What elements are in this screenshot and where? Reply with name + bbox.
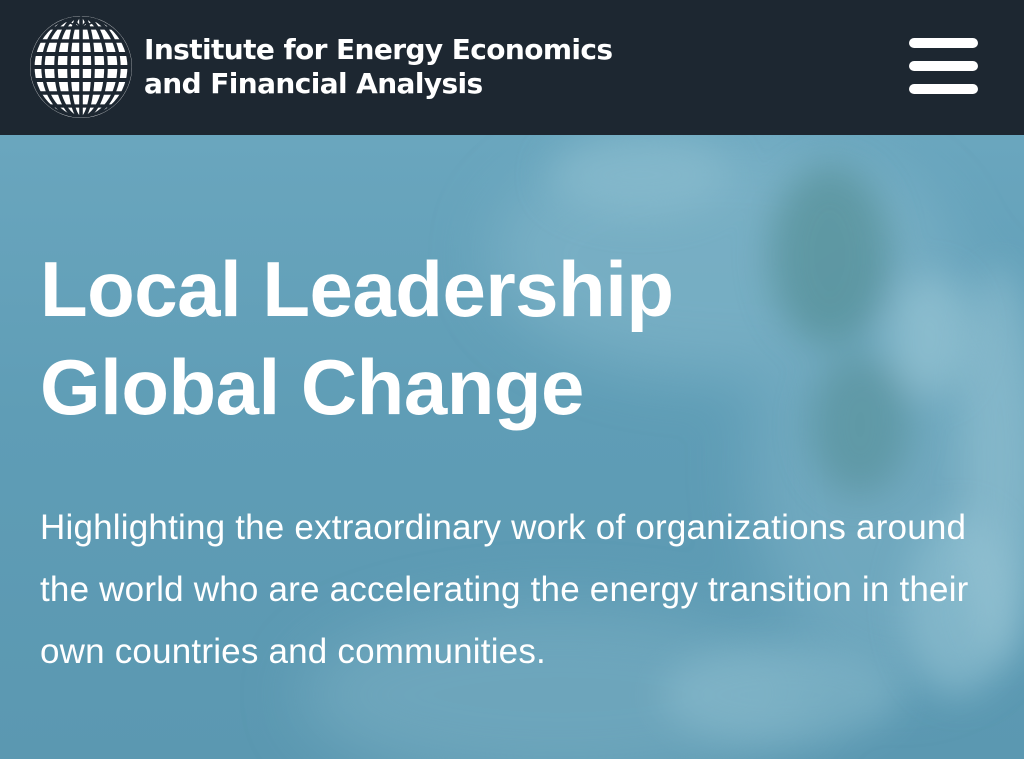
menu-icon-bar [909,38,978,48]
page: Institute for Energy Economics and Finan… [0,0,1024,759]
menu-button[interactable] [909,38,978,94]
hero-title-line-1: Local Leadership [40,245,674,333]
site-logo-link[interactable]: Institute for Energy Economics and Finan… [28,14,613,120]
menu-icon-bar [909,61,978,71]
site-name: Institute for Energy Economics and Finan… [144,33,613,101]
hero-title-line-2: Global Change [40,343,584,431]
hero-subtitle: Highlighting the extraordinary work of o… [40,508,969,671]
site-header: Institute for Energy Economics and Finan… [0,0,1024,135]
hero-section: Local Leadership Global Change Highlight… [0,135,1024,759]
globe-grid-icon [30,16,132,118]
site-name-line-2: and Financial Analysis [144,67,483,100]
hero-title: Local Leadership Global Change [40,240,674,436]
menu-icon-bar [909,84,978,94]
site-name-line-1: Institute for Energy Economics [144,33,613,66]
